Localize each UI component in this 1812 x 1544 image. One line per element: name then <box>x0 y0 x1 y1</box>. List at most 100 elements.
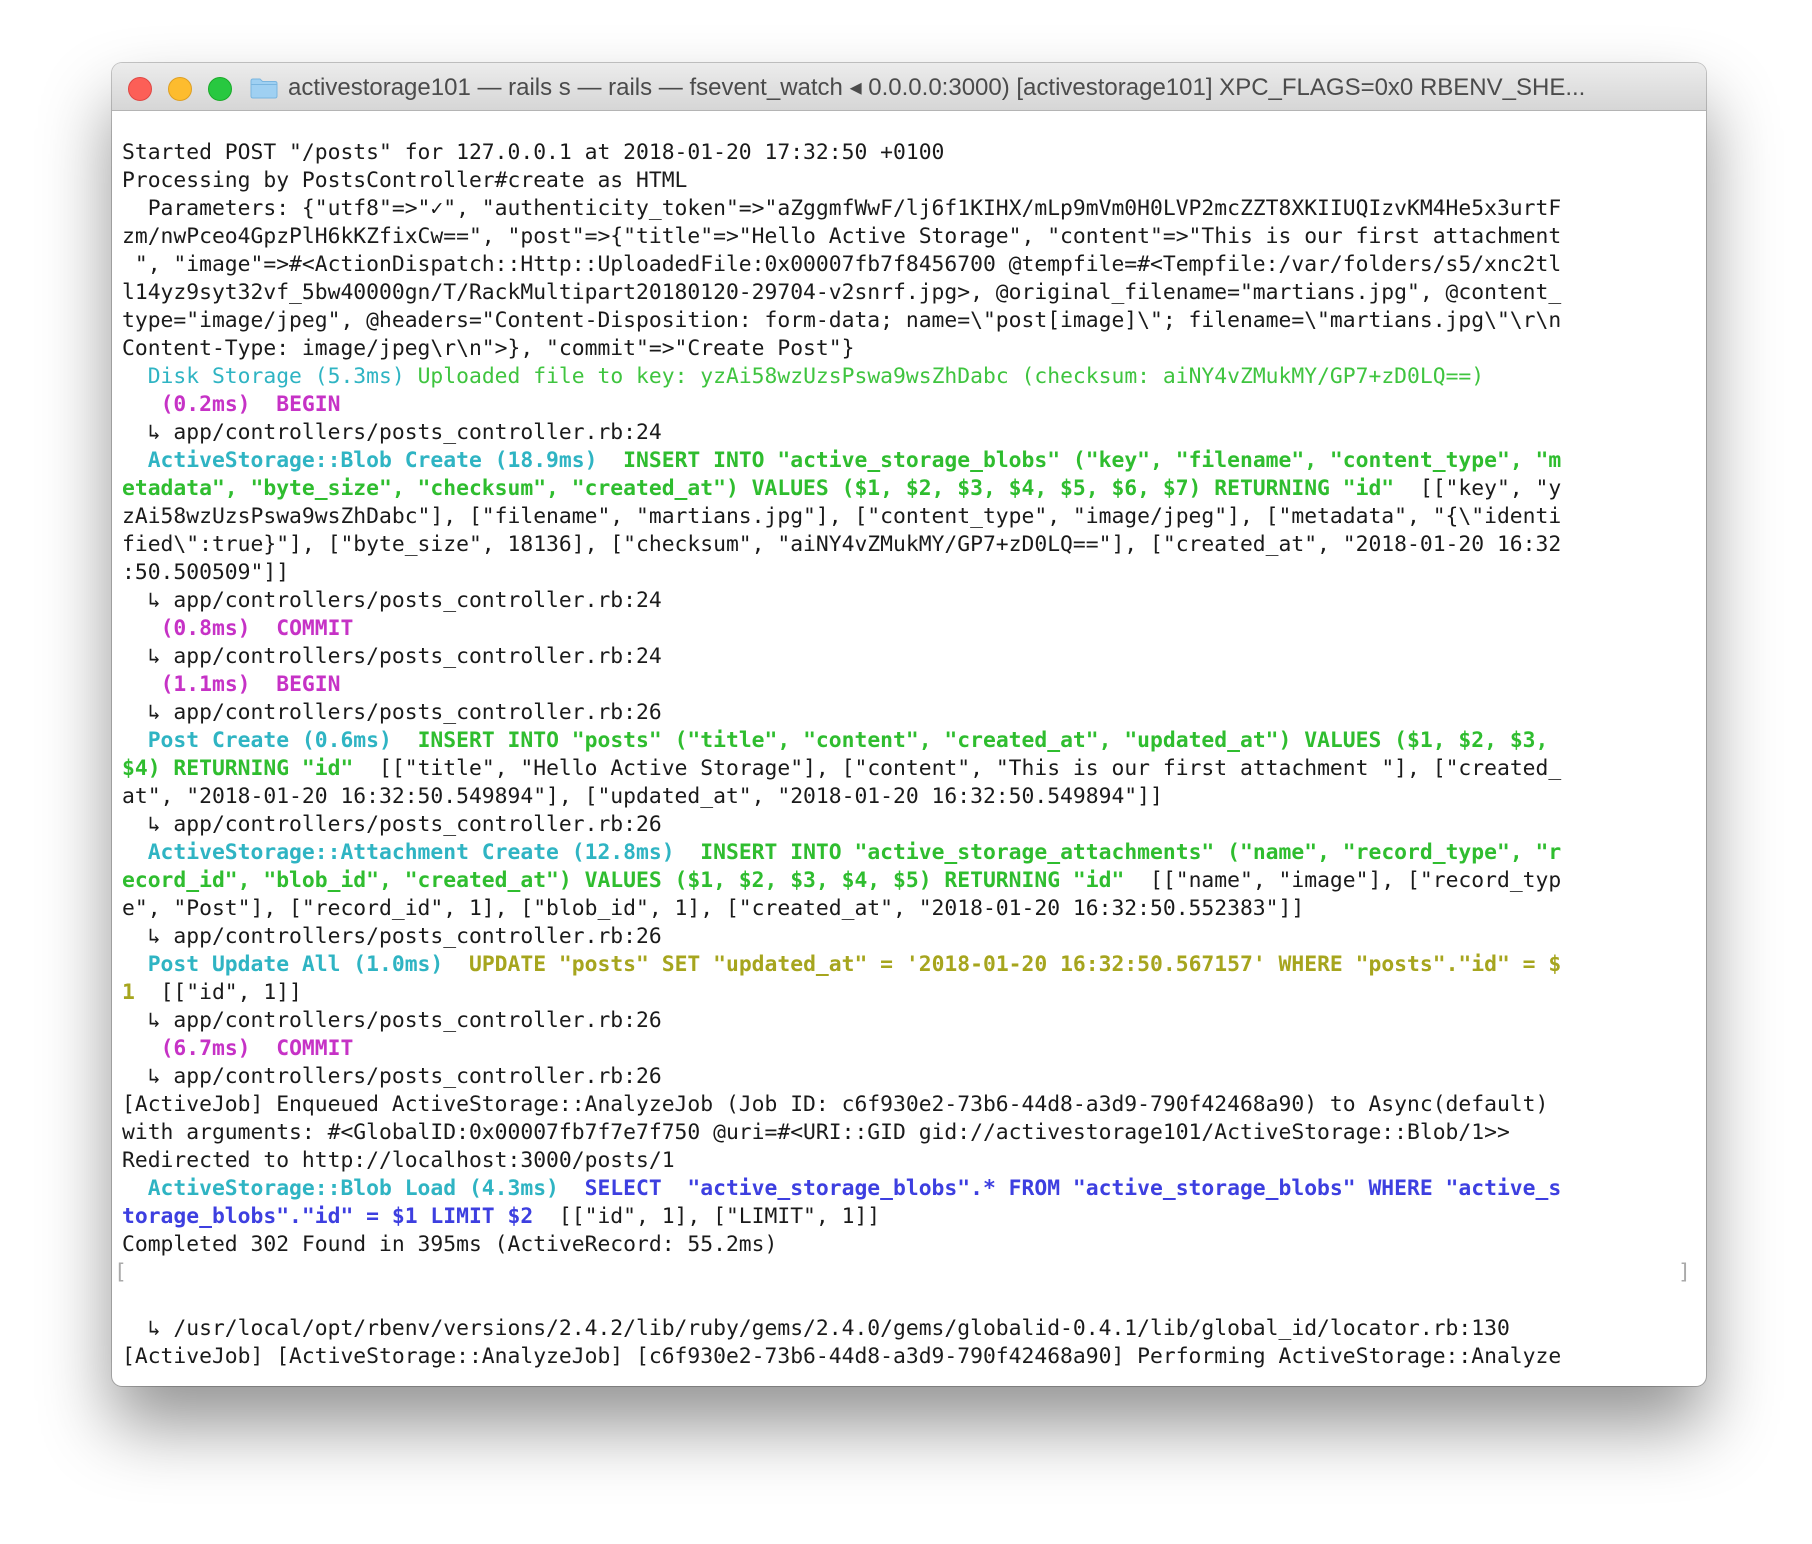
terminal-text-segment: [["key", "y <box>1394 476 1562 501</box>
zoom-window-button[interactable] <box>208 77 232 101</box>
terminal-line: Started POST "/posts" for 127.0.0.1 at 2… <box>122 139 1702 167</box>
terminal-text-segment: Parameters: {"utf8"=>"✓", "authenticity_… <box>122 196 1562 221</box>
terminal-line: (0.8ms) COMMIT <box>122 615 1702 643</box>
terminal-line: torage_blobs"."id" = $1 LIMIT $2 [["id",… <box>122 1203 1702 1231</box>
terminal-line: ecord_id", "blob_id", "created_at") VALU… <box>122 867 1702 895</box>
terminal-text-segment: INSERT INTO "active_storage_attachments"… <box>700 840 1562 865</box>
terminal-line: etadata", "byte_size", "checksum", "crea… <box>122 475 1702 503</box>
terminal-line: Post Update All (1.0ms) UPDATE "posts" S… <box>122 951 1702 979</box>
terminal-log-lines: Started POST "/posts" for 127.0.0.1 at 2… <box>122 139 1702 1259</box>
terminal-text-segment: ", "image"=>#<ActionDispatch::Http::Uplo… <box>122 252 1562 277</box>
terminal-line: Content-Type: image/jpeg\r\n">}, "commit… <box>122 335 1702 363</box>
terminal-line: zAi58wzUzsPswa9wsZhDabc"], ["filename", … <box>122 503 1702 531</box>
terminal-line: ActiveStorage::Attachment Create (12.8ms… <box>122 839 1702 867</box>
terminal-line: Processing by PostsController#create as … <box>122 167 1702 195</box>
terminal-text-segment: [ActiveJob] [ActiveStorage::AnalyzeJob] … <box>122 1344 1562 1369</box>
terminal-line: ↳ app/controllers/posts_controller.rb:26 <box>122 811 1702 839</box>
terminal-line: ↳ app/controllers/posts_controller.rb:26 <box>122 1063 1702 1091</box>
terminal-text-segment: zAi58wzUzsPswa9wsZhDabc"], ["filename", … <box>122 504 1562 529</box>
terminal-text-segment: ↳ app/controllers/posts_controller.rb:24 <box>122 644 662 669</box>
terminal-text-segment: 1 <box>122 980 135 1005</box>
terminal-line: zm/nwPceo4GpzPlH6kKZfixCw==", "post"=>{"… <box>122 223 1702 251</box>
terminal-text-segment: (1.1ms) BEGIN <box>160 672 341 697</box>
terminal-text-segment: Redirected to http://localhost:3000/post… <box>122 1148 675 1173</box>
terminal-line: ", "image"=>#<ActionDispatch::Http::Uplo… <box>122 251 1702 279</box>
terminal-line: ↳ app/controllers/posts_controller.rb:26 <box>122 923 1702 951</box>
terminal-line: l14yz9syt32vf_5bw40000gn/T/RackMultipart… <box>122 279 1702 307</box>
terminal-text-segment: :50.500509"]] <box>122 560 290 585</box>
terminal-line: ↳ app/controllers/posts_controller.rb:24 <box>122 419 1702 447</box>
terminal-line: type="image/jpeg", @headers="Content-Dis… <box>122 307 1702 335</box>
terminal-line: fied\":true}"], ["byte_size", 18136], ["… <box>122 531 1702 559</box>
terminal-log-lines-after: ↳ /usr/local/opt/rbenv/versions/2.4.2/li… <box>122 1287 1702 1371</box>
terminal-text-segment: Completed 302 Found in 395ms (ActiveReco… <box>122 1232 778 1257</box>
terminal-text-segment: ↳ app/controllers/posts_controller.rb:26 <box>122 924 662 949</box>
terminal-text-segment: zm/nwPceo4GpzPlH6kKZfixCw==", "post"=>{"… <box>122 224 1562 249</box>
terminal-text-segment: with arguments: #<GlobalID:0x00007fb7f7e… <box>122 1120 1510 1145</box>
close-window-button[interactable] <box>128 77 152 101</box>
terminal-line: Post Create (0.6ms) INSERT INTO "posts" … <box>122 727 1702 755</box>
terminal-text-segment: ↳ app/controllers/posts_controller.rb:26 <box>122 700 662 725</box>
terminal-line: Completed 302 Found in 395ms (ActiveReco… <box>122 1231 1702 1259</box>
title-bar[interactable]: activestorage101 — rails s — rails — fse… <box>112 63 1706 111</box>
terminal-text-segment: type="image/jpeg", @headers="Content-Dis… <box>122 308 1562 333</box>
terminal-text-segment: Processing by PostsController#create as … <box>122 168 688 193</box>
terminal-line: $4) RETURNING "id" [["title", "Hello Act… <box>122 755 1702 783</box>
terminal-line: e", "Post"], ["record_id", 1], ["blob_id… <box>122 895 1702 923</box>
terminal-text-segment: ↳ app/controllers/posts_controller.rb:26 <box>122 812 662 837</box>
terminal-text-segment: ActiveStorage::Blob Load (4.3ms) <box>147 1176 559 1201</box>
terminal-text-segment: Uploaded file to key: yzAi58wzUzsPswa9ws… <box>404 364 1485 389</box>
scrollback-separator: [ ] <box>114 1259 1702 1287</box>
terminal-text-segment: [["title", "Hello Active Storage"], ["co… <box>353 756 1562 781</box>
terminal-line: ↳ app/controllers/posts_controller.rb:24 <box>122 587 1702 615</box>
terminal-text-segment: (0.8ms) COMMIT <box>160 616 354 641</box>
terminal-line: at", "2018-01-20 16:32:50.549894"], ["up… <box>122 783 1702 811</box>
terminal-text-segment: at", "2018-01-20 16:32:50.549894"], ["up… <box>122 784 1163 809</box>
terminal-text-segment: INSERT INTO "active_storage_blobs" ("key… <box>623 448 1562 473</box>
terminal-line: (6.7ms) COMMIT <box>122 1035 1702 1063</box>
terminal-line: ActiveStorage::Blob Create (18.9ms) INSE… <box>122 447 1702 475</box>
terminal-text-segment: ↳ app/controllers/posts_controller.rb:26 <box>122 1064 662 1089</box>
window-title: activestorage101 — rails s — rails — fse… <box>288 74 1586 101</box>
terminal-text-segment: ↳ app/controllers/posts_controller.rb:24 <box>122 588 662 613</box>
terminal-text-segment: [["id", 1]] <box>134 980 302 1005</box>
terminal-line: ↳ app/controllers/posts_controller.rb:26 <box>122 1007 1702 1035</box>
terminal-text-segment: Disk Storage (5.3ms) <box>147 364 405 389</box>
separator-right-bracket: ] <box>1678 1260 1691 1285</box>
terminal-text-segment: etadata", "byte_size", "checksum", "crea… <box>122 476 1395 501</box>
terminal-text-segment: ActiveStorage::Blob Create (18.9ms) <box>147 448 598 473</box>
minimize-window-button[interactable] <box>168 77 192 101</box>
folder-icon <box>250 78 278 99</box>
terminal-line: [ActiveJob] Enqueued ActiveStorage::Anal… <box>122 1091 1702 1119</box>
terminal-text-segment: UPDATE "posts" SET "updated_at" = '2018-… <box>468 952 1562 977</box>
terminal-line: Disk Storage (5.3ms) Uploaded file to ke… <box>122 363 1702 391</box>
terminal-window: activestorage101 — rails s — rails — fse… <box>112 63 1706 1386</box>
terminal-output[interactable]: Started POST "/posts" for 127.0.0.1 at 2… <box>114 139 1702 1371</box>
terminal-text-segment: Post Update All (1.0ms) <box>147 952 444 977</box>
terminal-text-segment: Started POST "/posts" for 127.0.0.1 at 2… <box>122 140 945 165</box>
terminal-line: (1.1ms) BEGIN <box>122 671 1702 699</box>
terminal-text-segment: $4) RETURNING "id" <box>122 756 354 781</box>
terminal-text-segment: [["name", "image"], ["record_typ <box>1124 868 1562 893</box>
terminal-text-segment: [ActiveJob] Enqueued ActiveStorage::Anal… <box>122 1092 1549 1117</box>
terminal-text-segment: [["id", 1], ["LIMIT", 1]] <box>533 1204 881 1229</box>
terminal-text-segment: ↳ app/controllers/posts_controller.rb:26 <box>122 1008 662 1033</box>
terminal-text-segment: ↳ /usr/local/opt/rbenv/versions/2.4.2/li… <box>122 1316 1510 1341</box>
terminal-line: :50.500509"]] <box>122 559 1702 587</box>
terminal-text-segment: ecord_id", "blob_id", "created_at") VALU… <box>122 868 1125 893</box>
terminal-text-segment: (6.7ms) COMMIT <box>160 1036 354 1061</box>
